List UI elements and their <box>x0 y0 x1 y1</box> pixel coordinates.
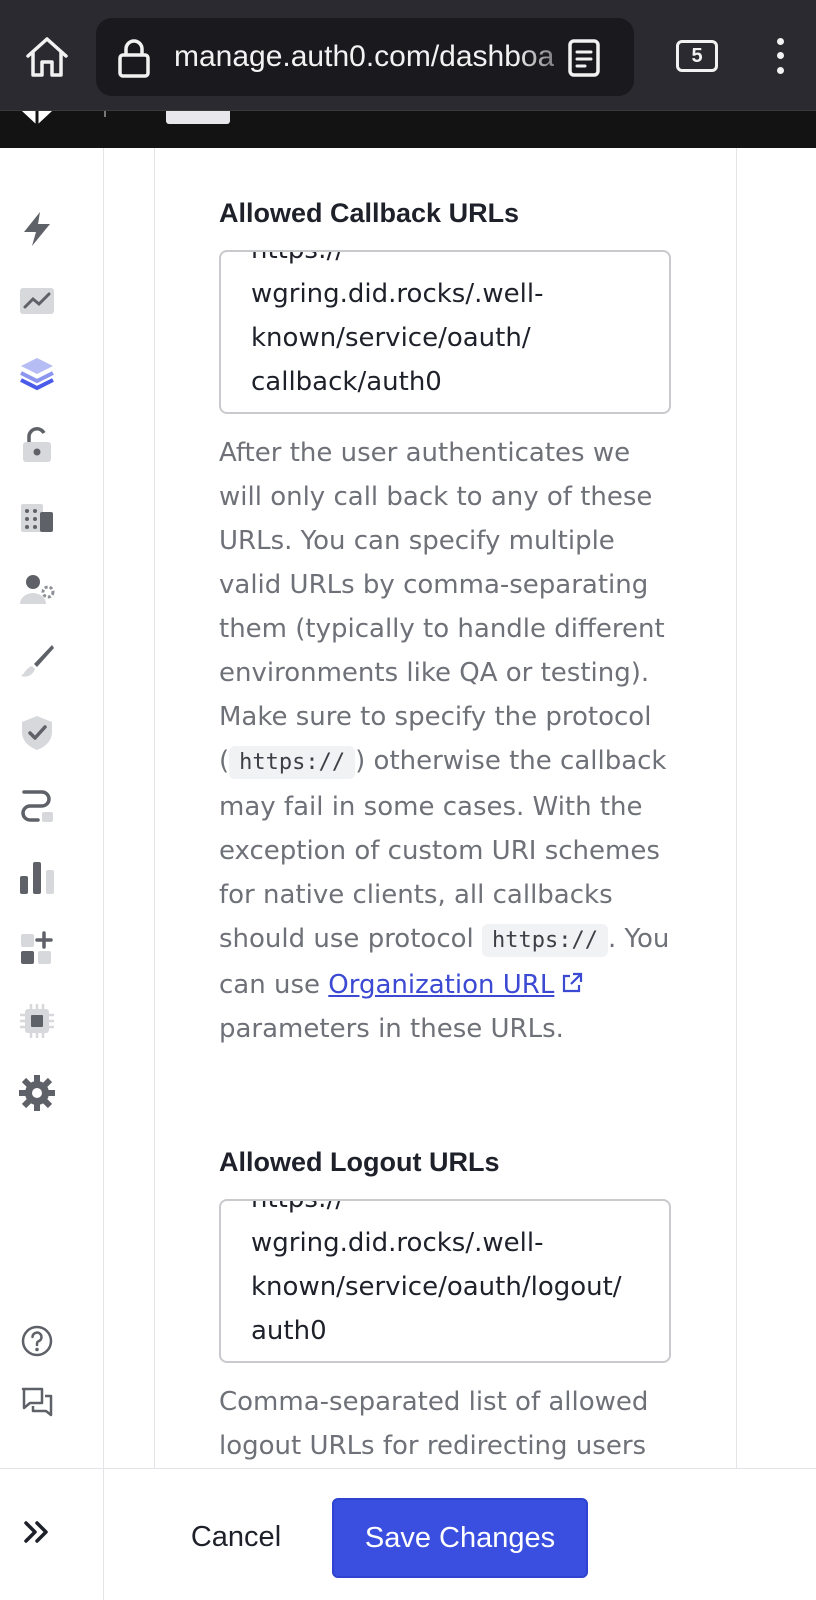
footer-actions: Cancel Save Changes <box>0 1468 816 1600</box>
protocol-code: https:// <box>482 924 608 957</box>
settings-gear-icon[interactable] <box>18 1074 56 1112</box>
sidebar <box>0 148 104 1468</box>
logout-url-line: https:// <box>251 1199 345 1214</box>
auth0-logo-icon[interactable] <box>20 111 54 125</box>
callback-urls-label: Allowed Callback URLs <box>219 198 520 228</box>
bolt-icon[interactable] <box>18 210 56 248</box>
expand-sidebar-icon[interactable] <box>22 1517 52 1547</box>
help-text-part: parameters in these URLs. <box>219 1014 564 1044</box>
callback-url-line: wgring.did.rocks/.well- <box>251 279 544 309</box>
save-changes-button[interactable]: Save Changes <box>332 1498 588 1578</box>
security-shield-icon[interactable] <box>18 714 56 752</box>
branding-brush-icon[interactable] <box>18 642 56 680</box>
authentication-lock-icon[interactable] <box>18 426 56 464</box>
user-management-icon[interactable] <box>18 570 56 608</box>
sidebar-footer <box>0 1469 104 1600</box>
callback-urls-help: After the user authenticates we will onl… <box>219 431 679 1051</box>
help-icon[interactable] <box>18 1322 56 1360</box>
lock-icon <box>116 38 152 78</box>
callback-url-line: callback/auth0 <box>251 367 442 397</box>
logout-url-line: wgring.did.rocks/.well- <box>251 1228 544 1258</box>
browser-toolbar: manage.auth0.com/dashboard 5 <box>0 0 816 110</box>
more-menu-icon[interactable] <box>768 36 792 76</box>
applications-layers-icon[interactable] <box>18 354 56 392</box>
cancel-button[interactable]: Cancel <box>168 1499 304 1575</box>
logout-urls-help: Comma-separated list of allowed logout U… <box>219 1387 649 1461</box>
home-icon[interactable] <box>22 32 72 82</box>
organization-url-link[interactable]: Organization URL <box>328 970 554 1000</box>
extensions-chip-icon[interactable] <box>18 1002 56 1040</box>
feedback-icon[interactable] <box>18 1384 56 1422</box>
organizations-building-icon[interactable] <box>18 498 56 536</box>
callback-url-line: known/service/oauth/ <box>251 323 531 353</box>
callback-url-line: https:// <box>251 250 345 265</box>
monitoring-bars-icon[interactable] <box>18 858 56 896</box>
callback-urls-textarea[interactable]: https:// wgring.did.rocks/.well- known/s… <box>219 250 671 414</box>
app-header <box>0 110 816 148</box>
url-text: manage.auth0.com/dashboard <box>174 40 554 73</box>
tab-switcher-button[interactable]: 5 <box>676 40 718 72</box>
reader-mode-icon[interactable] <box>566 38 602 78</box>
logout-url-line: auth0 <box>251 1316 327 1346</box>
actions-flow-icon[interactable] <box>18 786 56 824</box>
protocol-code: https:// <box>229 746 356 779</box>
marketplace-icon[interactable] <box>18 930 56 968</box>
logout-url-line: known/service/oauth/logout/ <box>251 1272 622 1302</box>
logout-urls-label: Allowed Logout URLs <box>219 1147 500 1177</box>
address-bar[interactable]: manage.auth0.com/dashboard <box>96 18 634 96</box>
external-link-icon[interactable] <box>560 965 584 993</box>
header-divider <box>104 111 106 117</box>
logout-urls-textarea[interactable]: https:// wgring.did.rocks/.well- known/s… <box>219 1199 671 1363</box>
activity-chart-icon[interactable] <box>18 282 56 320</box>
help-text-part: After the user authenticates we will onl… <box>219 438 665 776</box>
tenant-selector[interactable] <box>166 111 230 124</box>
